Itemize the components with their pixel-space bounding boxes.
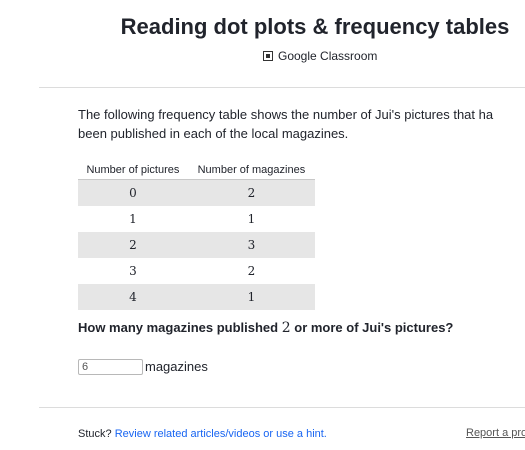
table-row: 2 3: [78, 232, 315, 258]
question-text: How many magazines published 2 or more o…: [78, 320, 453, 336]
answer-input[interactable]: [78, 359, 143, 375]
table-cell: 3: [129, 264, 137, 278]
footer-divider: [39, 407, 525, 408]
question-text-end: or more of Jui's pictures?: [290, 320, 454, 335]
table-row: 0 2: [78, 179, 315, 206]
table-cell: 3: [187, 232, 315, 258]
stuck-prompt: Stuck? Review related articles/videos or…: [78, 428, 327, 440]
table-cell: 1: [247, 212, 256, 226]
table-row: 3 2: [78, 258, 315, 284]
stuck-label: Stuck?: [78, 428, 112, 440]
table-cell: 4: [78, 284, 188, 310]
table-cell: 1: [187, 284, 315, 310]
question-text-start: How many magazines published: [78, 320, 282, 335]
table-row: 1 1: [78, 206, 315, 232]
google-classroom-label: Google Classroom: [278, 49, 378, 63]
table-cell: 0: [78, 179, 188, 206]
table-header-row: Number of pictures Number of magazines: [78, 160, 315, 180]
page-title: Reading dot plots & frequency tables: [120, 14, 510, 39]
table-cell: 1: [129, 212, 137, 226]
answer-unit: magazines: [145, 359, 208, 374]
problem-intro-line-1: The following frequency table shows the …: [78, 107, 494, 122]
google-classroom-button[interactable]: Google Classroom: [263, 49, 377, 63]
header-divider: [39, 87, 525, 88]
table-cell: 2: [78, 232, 188, 258]
question-number: 2: [281, 320, 291, 336]
table-cell: 2: [247, 264, 256, 278]
frequency-table: Number of pictures Number of magazines 0…: [78, 160, 315, 310]
column-header-magazines: Number of magazines: [187, 160, 315, 180]
google-classroom-icon: [263, 51, 273, 61]
problem-intro: The following frequency table shows the …: [78, 105, 525, 143]
hint-link[interactable]: Review related articles/videos or use a …: [115, 428, 327, 440]
table-row: 4 1: [78, 284, 315, 310]
report-problem-link[interactable]: Report a pro: [466, 427, 525, 439]
problem-intro-line-2: been published in each of the local maga…: [78, 126, 349, 141]
table-cell: 2: [187, 179, 315, 206]
column-header-pictures: Number of pictures: [78, 160, 188, 180]
